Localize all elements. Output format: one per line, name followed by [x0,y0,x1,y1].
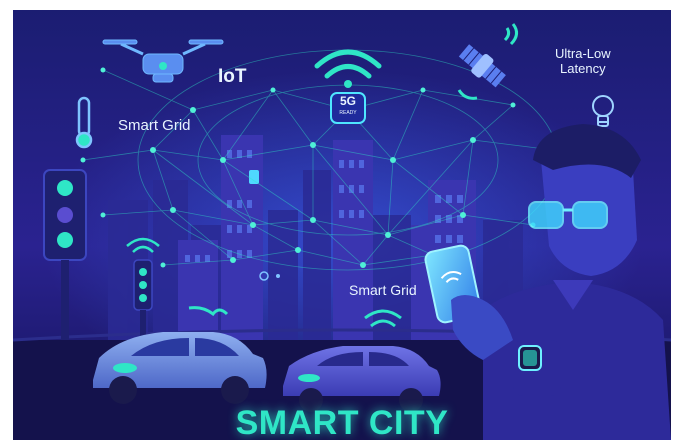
page-title: SMART CITY [235,404,449,440]
5g-badge-label: 5G [339,94,356,108]
smartwatch-icon [518,345,542,371]
smart-city-illustration: IoT Smart Grid Smart Grid Ultra-Low Late… [13,10,671,440]
latency-label: Ultra-Low Latency [555,46,611,76]
smart-grid-label: Smart Grid [118,117,191,134]
building-badge [249,170,259,184]
iot-label: IoT [218,66,247,87]
smart-grid-label-2: Smart Grid [349,282,417,298]
5g-ready-label: READY [339,110,357,116]
